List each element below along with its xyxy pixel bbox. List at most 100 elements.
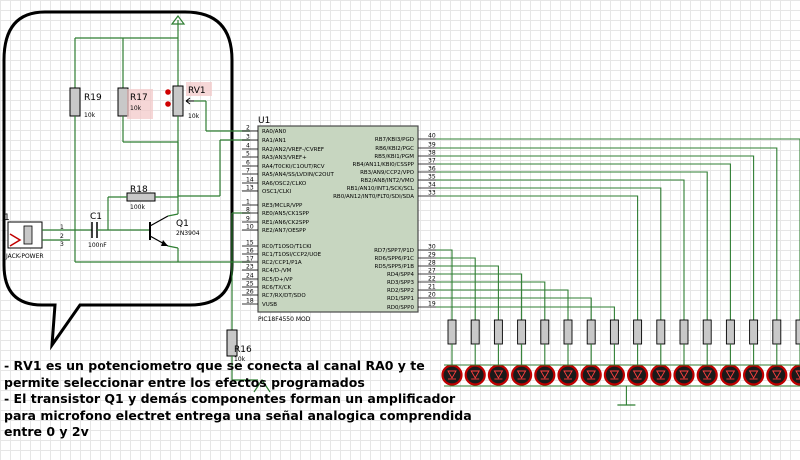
led-series-resistor[interactable]: [679, 319, 689, 345]
u1-pin-number: 33: [428, 190, 436, 197]
annotation-notes: - RV1 es un potenciometro que se conecta…: [4, 358, 474, 441]
rv1-potentiometer[interactable]: RV1 10k: [165, 82, 212, 196]
jack-ref: 1: [4, 213, 10, 223]
led-indicator[interactable]: [626, 364, 649, 386]
u1-pin-number: 24: [246, 273, 254, 280]
led-indicator[interactable]: [603, 364, 626, 386]
led-indicator[interactable]: [673, 364, 695, 386]
u1-pin-number: 1: [246, 199, 250, 206]
led-series-resistor[interactable]: [795, 319, 800, 345]
led-indicator[interactable]: [766, 364, 788, 386]
jack-power-connector[interactable]: 1 JACK-POWER 1 2 3: [4, 213, 70, 260]
u1-pin-name: RA4/T0CKI/C1OUT/RCV: [262, 164, 325, 170]
u1-pin-name: RB2/AN8/INT2/VMO: [361, 178, 415, 184]
led-indicator[interactable]: [742, 364, 765, 386]
u1-pin-number: 28: [428, 260, 436, 267]
led-series-resistor[interactable]: [517, 319, 527, 345]
u1-pin-name: RE3/MCLR/VPP: [262, 203, 303, 209]
r17-label: R17: [130, 93, 148, 103]
u1-pin-number: 38: [428, 150, 436, 157]
u1-part: PIC18F4550 MOD: [258, 316, 311, 323]
u1-pin-number: 18: [246, 298, 254, 305]
svg-text:1: 1: [60, 224, 64, 231]
u1-pin-number: 21: [428, 284, 436, 291]
led-indicator[interactable]: [696, 364, 718, 386]
note-q1: - El transistor Q1 y demás componentes f…: [4, 391, 472, 439]
u1-pin-name: RC6/TX/CK: [262, 285, 292, 291]
u1-pin-number: 17: [246, 256, 254, 263]
u1-pin-number: 25: [246, 281, 254, 288]
u1-pin-number: 40: [428, 133, 436, 140]
q1-transistor[interactable]: Q1 2N3904: [149, 213, 200, 262]
u1-pin-number: 20: [428, 292, 436, 299]
led-series-resistor[interactable]: [656, 319, 666, 345]
u1-pin-number: 15: [246, 240, 254, 247]
led-indicator[interactable]: [534, 364, 556, 386]
led-series-resistor[interactable]: [470, 319, 480, 345]
r18-label: R18: [130, 185, 148, 195]
u1-pin-name: RC2/CCP1/P1A: [262, 260, 302, 266]
u1-pin-name: RD0/SPP0: [387, 305, 415, 311]
u1-pic18f4550[interactable]: U1 PIC18F4550 MOD 2 RA0/AN0 3 RA1/AN1 4 RA2/A…: [242, 116, 436, 323]
r18-value: 100k: [130, 204, 145, 211]
led-series-resistor[interactable]: [633, 319, 643, 345]
led-indicator[interactable]: [719, 364, 742, 386]
led-indicator[interactable]: [580, 364, 602, 386]
u1-pin-name: VUSB: [262, 302, 277, 308]
u1-pin-number: 16: [246, 248, 254, 255]
led-series-resistor[interactable]: [563, 319, 573, 345]
u1-pin-name: RB7/KBI3/PGD: [375, 137, 414, 143]
u1-pin-number: 35: [428, 174, 436, 181]
u1-pin-number: 39: [428, 142, 436, 149]
r16-label: R16: [234, 345, 252, 355]
led-indicator[interactable]: [650, 364, 672, 386]
u1-pin-name: RD6/SPP6/P1C: [374, 256, 414, 262]
svg-text:3: 3: [60, 241, 64, 248]
u1-pin-name: RD1/SPP1: [387, 296, 414, 302]
u1-pin-name: RE0/AN5/CK1SPP: [262, 211, 310, 217]
led-series-resistor[interactable]: [725, 319, 735, 345]
u1-pin-name: RC4/D-/VM: [262, 268, 292, 274]
note-rv1: - RV1 es un potenciometro que se conecta…: [4, 358, 425, 390]
led-series-resistor[interactable]: [702, 319, 712, 345]
led-series-resistor[interactable]: [447, 319, 457, 345]
u1-pin-number: 23: [246, 264, 254, 271]
u1-pin-name: RE2/AN7/OESPP: [262, 228, 306, 234]
u1-pin-name: RC7/RX/DT/SDO: [262, 293, 306, 299]
svg-text:2: 2: [60, 233, 64, 240]
led-indicator[interactable]: [510, 364, 533, 386]
c1-capacitor[interactable]: C1 100nF: [70, 212, 150, 249]
u1-pin-name: RA2/AN2/VREF-/CVREF: [262, 147, 324, 153]
led-indicator[interactable]: [557, 364, 579, 386]
led-series-resistor[interactable]: [609, 319, 619, 345]
u1-pin-number: 2: [246, 125, 250, 132]
led-series-resistor[interactable]: [586, 319, 596, 345]
r17-resistor[interactable]: R17 10k: [117, 87, 178, 143]
u1-pin-name: RA6/OSC2/CLKO: [262, 181, 307, 187]
led-series-resistor[interactable]: [749, 319, 759, 345]
led-series-resistor[interactable]: [772, 319, 782, 345]
u1-pin-number: 8: [246, 207, 250, 214]
led-series-resistor[interactable]: [540, 319, 550, 345]
u1-pin-name: RC1/T1OSI/CCP2/UOE: [262, 252, 322, 258]
u1-pin-name: RD2/SPP2: [387, 288, 414, 294]
jack-value: JACK-POWER: [5, 253, 44, 260]
r18-resistor[interactable]: R18 100k: [108, 185, 178, 211]
u1-pin-name: RA0/AN0: [262, 129, 287, 135]
u1-pin-name: RC0/T1OSO/T1CKI: [262, 244, 312, 250]
vcc-rail: [74, 15, 186, 88]
c1-value: 100nF: [88, 242, 107, 249]
u1-pin-number: 9: [246, 216, 250, 223]
u1-pin-name: RE1/AN6/CK2SPP: [262, 220, 310, 226]
u1-pin-name: RB3/AN9/CCP2/VPO: [360, 170, 415, 176]
u1-pin-name: RD3/SPP3: [387, 280, 415, 286]
u1-pin-number: 36: [428, 166, 436, 173]
led-indicator[interactable]: [487, 364, 509, 386]
r19-label: R19: [84, 93, 102, 103]
q1-value: 2N3904: [176, 230, 200, 237]
u1-pin-number: 34: [428, 182, 436, 189]
led-series-resistor[interactable]: [493, 319, 503, 345]
u1-pin-number: 14: [246, 177, 254, 184]
u1-pin-number: 22: [428, 276, 436, 283]
schematic-canvas[interactable]: R19 10k R17 10k RV1 10k R18 100k C1 100n…: [0, 0, 800, 460]
